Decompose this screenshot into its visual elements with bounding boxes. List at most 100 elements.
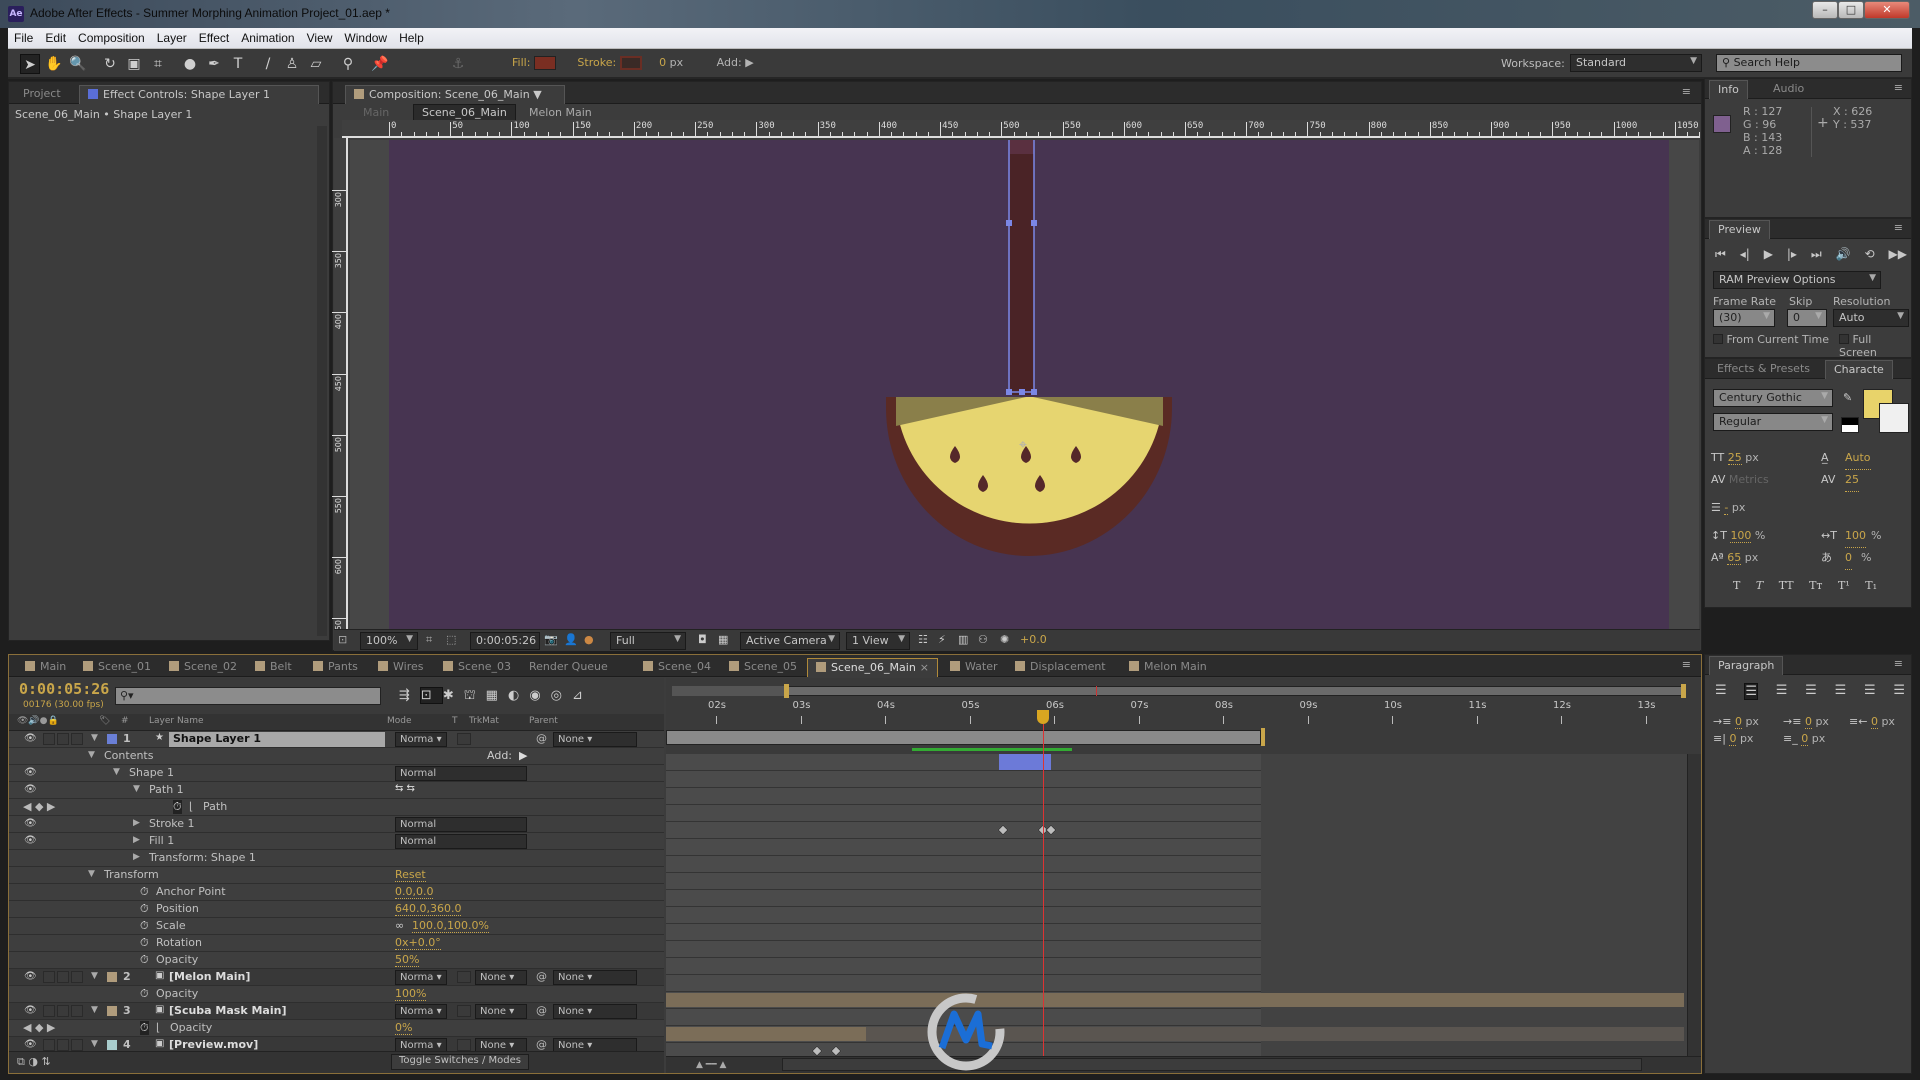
track-matte-t-switch[interactable]	[457, 733, 471, 745]
resolution-dropdown[interactable]: Full ▼	[610, 632, 686, 650]
nav-scene-06-main[interactable]: Scene_06_Main	[413, 104, 516, 121]
keyframe-navigator[interactable]: ◀ ◆ ▶	[23, 800, 55, 813]
track-matte-t-switch[interactable]	[457, 1005, 471, 1017]
timeline-icon[interactable]: ▥	[958, 633, 968, 646]
stroke-color-swatch[interactable]	[619, 56, 642, 70]
parent-dropdown[interactable]: None ▾	[553, 732, 637, 747]
anchor-point-icon[interactable]: ⌖	[1019, 437, 1027, 453]
stopwatch-icon[interactable]: ⏱	[140, 953, 149, 967]
parent-pickwhip-icon[interactable]: @	[536, 1038, 547, 1051]
first-frame-icon[interactable]: ⏮	[1715, 247, 1726, 262]
auto-keyframe-icon[interactable]: ◉	[529, 688, 550, 703]
menu-help[interactable]: Help	[393, 28, 430, 48]
track-matte-t-switch[interactable]	[457, 971, 471, 983]
visibility-eye-icon[interactable]: 👁	[24, 971, 37, 982]
layer-label-color[interactable]	[107, 1006, 117, 1016]
exposure-value[interactable]: +0.0	[1020, 633, 1047, 646]
tab-scene-05[interactable]: Scene_05	[721, 658, 805, 677]
tab-scene-03[interactable]: Scene_03	[435, 658, 519, 677]
tab-belt[interactable]: Belt	[247, 658, 300, 677]
show-snapshot-icon[interactable]: 👤	[564, 633, 578, 646]
timeline-vertical-scrollbar[interactable]	[1687, 754, 1701, 1060]
frame-blending-icon[interactable]: ⛫	[464, 688, 486, 703]
view-layout-dropdown[interactable]: 1 View ▼	[846, 632, 910, 650]
twirl-right-icon[interactable]: ▶	[133, 818, 140, 828]
leading-value[interactable]: Auto	[1845, 447, 1871, 470]
previous-frame-icon[interactable]: ◂|	[1740, 247, 1750, 262]
puppet-pin-tool-icon[interactable]: 📌	[370, 54, 390, 74]
stopwatch-icon[interactable]: ⏱	[140, 885, 149, 899]
ram-preview-icon[interactable]: ▶▶	[1888, 247, 1906, 262]
current-time-field[interactable]: 0:00:05:26	[470, 632, 540, 650]
tab-render-queue[interactable]: Render Queue	[521, 658, 616, 677]
trkmat-dropdown[interactable]: None ▾	[475, 1004, 527, 1019]
camera-dropdown[interactable]: Active Camera ▼	[740, 632, 840, 650]
justify-all-icon[interactable]: ☰	[1893, 683, 1905, 700]
tab-effect-controls[interactable]: Effect Controls: Shape Layer 1	[79, 85, 319, 104]
loop-icon[interactable]: ⟲	[1865, 247, 1875, 262]
path-vertex-handle[interactable]	[1006, 389, 1012, 395]
layer-name-header[interactable]: Layer Name	[149, 716, 204, 726]
panel-menu-icon[interactable]: ≡	[1894, 221, 1903, 234]
align-left-icon[interactable]: ☰	[1715, 683, 1727, 700]
add-content-button[interactable]: ▶	[519, 749, 527, 762]
clone-stamp-tool-icon[interactable]: ♙	[282, 54, 302, 74]
baseline-shift-value[interactable]: 65	[1727, 551, 1742, 565]
visibility-eye-icon[interactable]: 👁	[24, 733, 37, 744]
layer-mode-dropdown[interactable]: Norma ▾	[395, 732, 447, 747]
current-time-indicator-head[interactable]	[1037, 710, 1049, 724]
selection-tool-icon[interactable]: ➤	[20, 54, 40, 74]
parent-pickwhip-icon[interactable]: @	[536, 970, 547, 983]
pan-behind-tool-icon[interactable]: ⌗	[148, 54, 168, 74]
audio-icon[interactable]: 🔊	[1836, 247, 1851, 262]
path-direction-icons[interactable]: ⇆ ⇆	[395, 783, 415, 794]
ram-preview-options-dropdown[interactable]: RAM Preview Options ▼	[1713, 271, 1881, 289]
menu-file[interactable]: File	[8, 28, 39, 48]
tab-scene-01[interactable]: Scene_01	[75, 658, 159, 677]
roto-brush-tool-icon[interactable]: ⚲	[338, 54, 358, 74]
workspace-dropdown[interactable]: Standard ▼	[1570, 54, 1702, 72]
layer-label-color[interactable]	[107, 734, 117, 744]
navigator-end-handle[interactable]	[1681, 684, 1686, 698]
trkmat-dropdown[interactable]: None ▾	[475, 970, 527, 985]
panel-menu-icon[interactable]: ≡	[1682, 85, 1691, 98]
twirl-down-icon[interactable]: ▼	[88, 869, 95, 879]
tab-info[interactable]: Info	[1709, 80, 1748, 99]
tab-composition[interactable]: Composition: Scene_06_Main ▼	[345, 85, 565, 104]
switch-box[interactable]	[43, 1005, 55, 1017]
tab-scene-04[interactable]: Scene_04	[635, 658, 719, 677]
tab-scene-06-main[interactable]: Scene_06_Main ×	[807, 658, 939, 677]
maximize-button[interactable]: □	[1838, 1, 1864, 19]
navigator-start-handle[interactable]	[784, 684, 789, 698]
flowchart-icon[interactable]: ⚇	[978, 633, 988, 646]
tab-main[interactable]: Main	[17, 658, 74, 677]
panel-menu-icon[interactable]: ≡	[1682, 658, 1691, 671]
brainstorm-icon[interactable]: ◐	[508, 688, 529, 703]
all-caps-button[interactable]: TT	[1779, 579, 1794, 592]
indent-first-value[interactable]: 0	[1804, 715, 1812, 729]
property-value[interactable]: 640.0,360.0	[395, 902, 462, 916]
parent-pickwhip-icon[interactable]: @	[536, 1004, 547, 1017]
ellipse-tool-icon[interactable]: ●	[180, 54, 200, 74]
visibility-eye-icon[interactable]: 👁	[24, 767, 37, 778]
switch-box[interactable]	[71, 733, 83, 745]
stopwatch-icon[interactable]: ⏱	[140, 919, 149, 933]
switch-box[interactable]	[57, 1039, 69, 1051]
menu-composition[interactable]: Composition	[72, 28, 151, 48]
nav-melon-main[interactable]: Melon Main	[529, 106, 592, 119]
property-value[interactable]: 0x+0.0°	[395, 936, 441, 950]
brush-tool-icon[interactable]: /	[258, 54, 278, 74]
live-update-icon[interactable]: ◎	[551, 688, 572, 703]
stopwatch-icon[interactable]: ⏱	[173, 800, 182, 814]
visibility-eye-icon[interactable]: 👁	[24, 1005, 37, 1016]
switch-box[interactable]	[71, 971, 83, 983]
search-help-field[interactable]: ⚲ Search Help	[1716, 54, 1902, 72]
camera-tool-icon[interactable]: ▣	[124, 54, 144, 74]
comp-mini-flowchart-icon[interactable]: ⇶	[399, 688, 420, 703]
timeline-search-field[interactable]: ⚲▾	[115, 687, 381, 705]
space-after-value[interactable]: 0	[1801, 732, 1809, 746]
type-tool-icon[interactable]: T	[228, 54, 248, 74]
last-frame-icon[interactable]: ⏭	[1811, 247, 1822, 262]
work-area-bar[interactable]	[666, 730, 1262, 745]
switch-box[interactable]	[57, 733, 69, 745]
